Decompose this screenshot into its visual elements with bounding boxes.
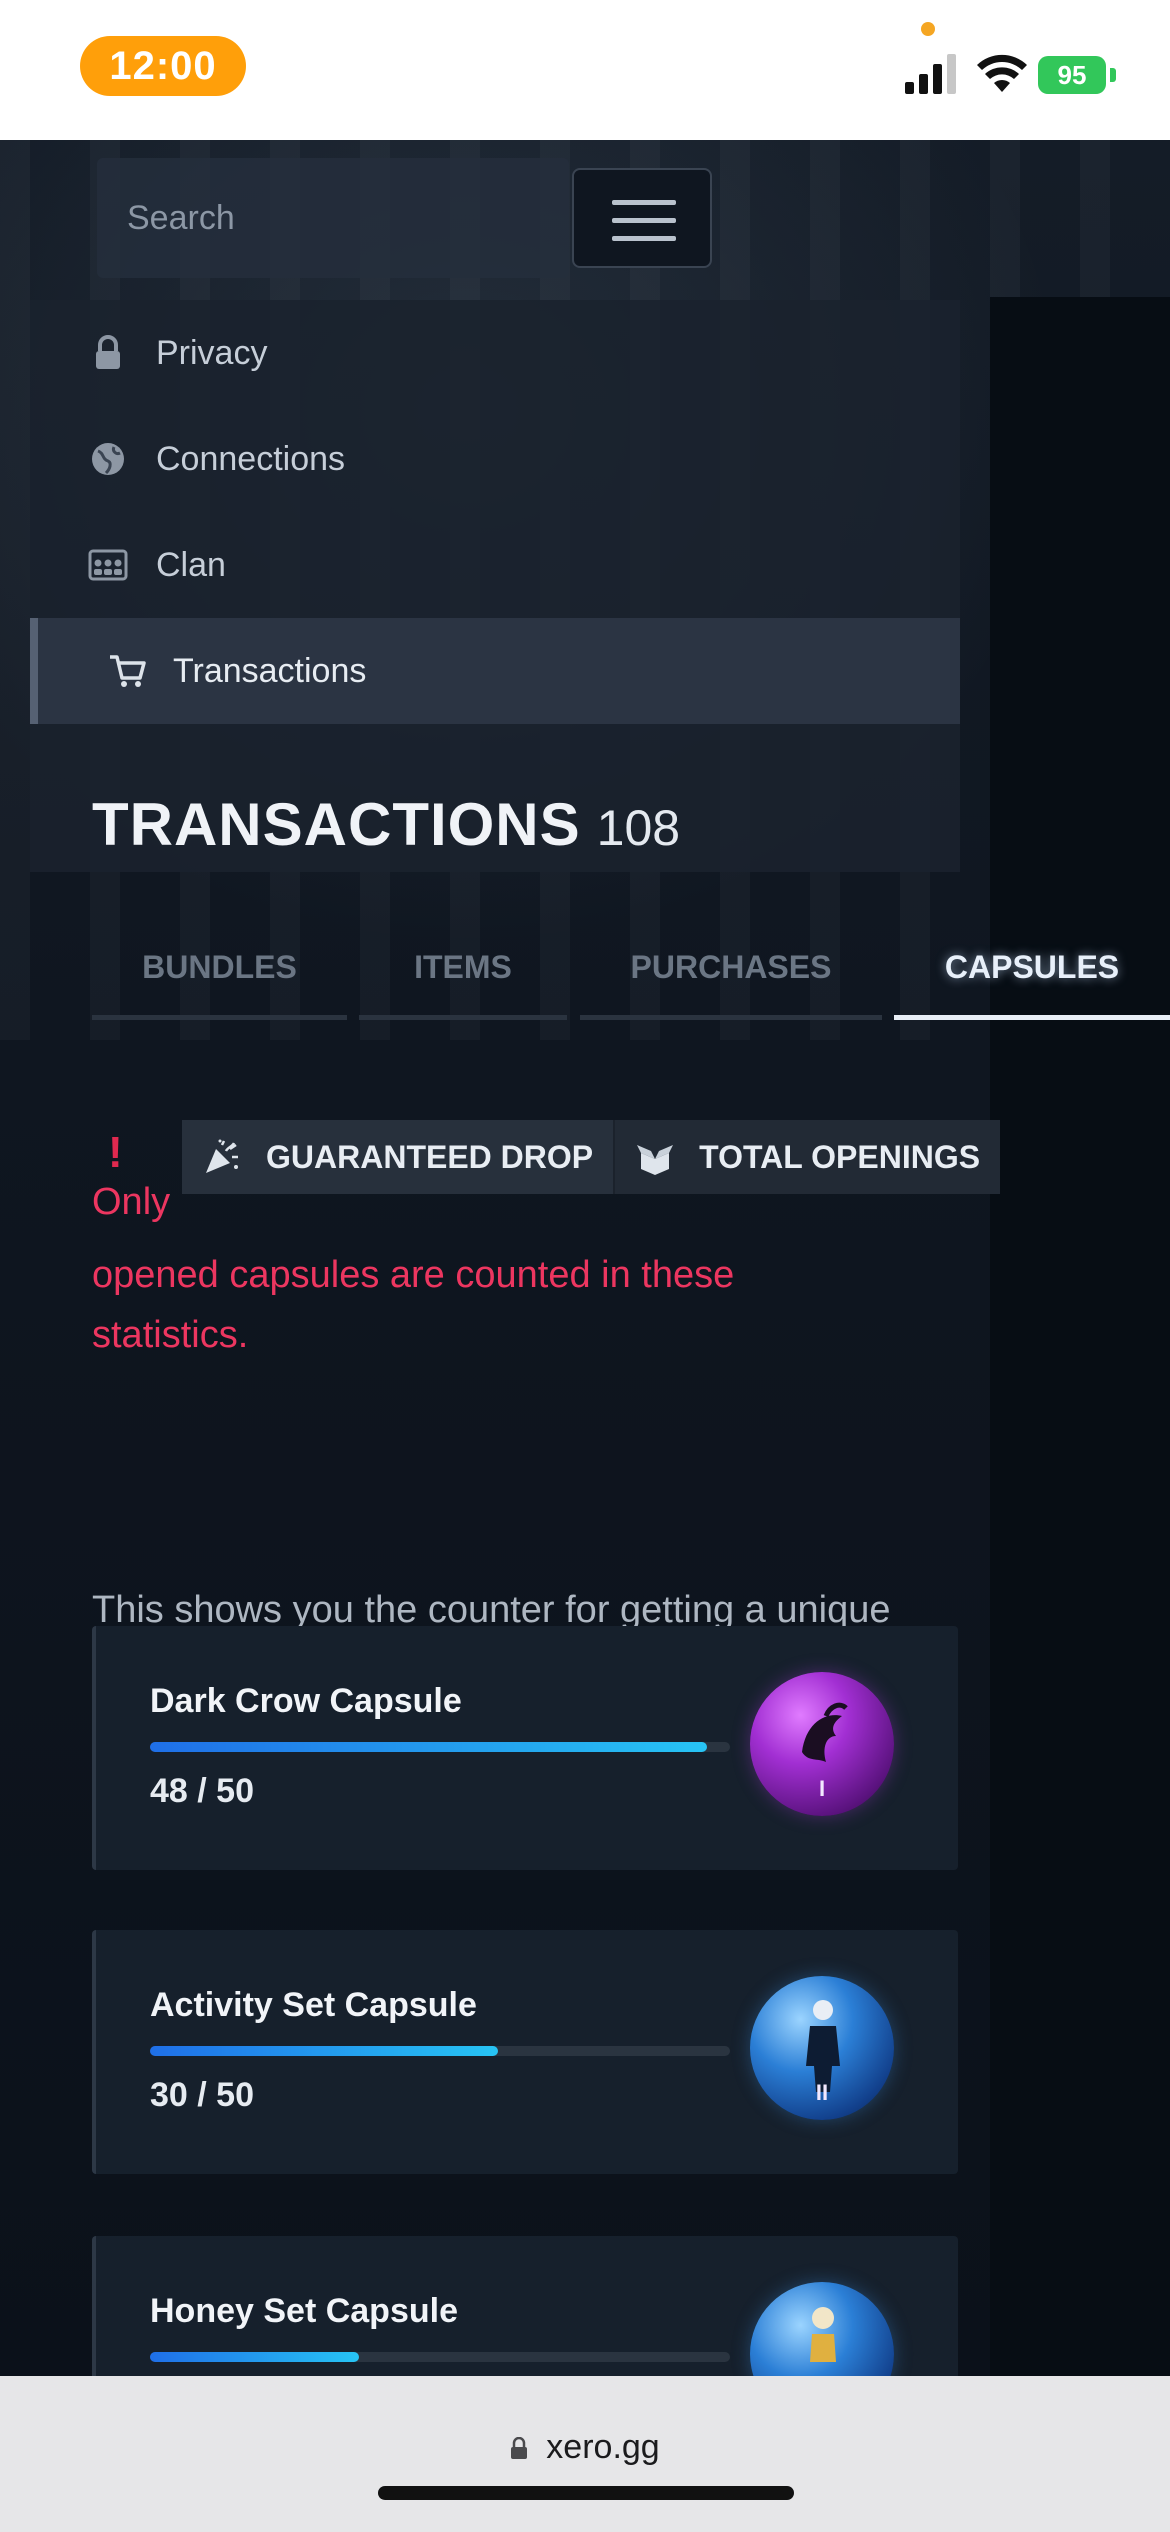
home-indicator[interactable] — [378, 2486, 794, 2500]
battery-icon: 95 — [1038, 56, 1116, 94]
badge-label: TOTAL OPENINGS — [699, 1138, 981, 1175]
capsule-progress-count: 48 / 50 — [150, 1772, 254, 1810]
capsule-tier: I — [818, 1776, 826, 1801]
menu-item-connections[interactable]: Connections — [30, 406, 960, 512]
legend-badges: GUARANTEED DROP TOTAL OPENINGS — [182, 1120, 1001, 1194]
menu-item-label: Connections — [156, 439, 346, 478]
url-text: xero.gg — [546, 2428, 660, 2466]
capsule-progress-fill — [150, 2352, 359, 2362]
warning-text-line2: opened capsules are counted in these — [92, 1254, 735, 1296]
menu-item-label: Transactions — [173, 651, 367, 690]
wifi-icon — [977, 54, 1027, 92]
character-figure-icon — [810, 2307, 836, 2362]
account-menu: Privacy Connections Clan Transactions — [30, 300, 960, 872]
lock-icon — [511, 2436, 528, 2459]
menu-item-privacy[interactable]: Privacy — [30, 300, 960, 406]
lock-icon — [96, 335, 120, 369]
badge-label: GUARANTEED DROP — [266, 1138, 594, 1175]
transactions-count: 108 — [596, 800, 681, 856]
menu-item-clan[interactable]: Clan — [30, 512, 960, 618]
total-openings-badge: TOTAL OPENINGS — [613, 1120, 1001, 1194]
menu-item-label: Clan — [156, 545, 226, 584]
capsule-name: Honey Set Capsule — [150, 2292, 458, 2330]
menu-item-transactions[interactable]: Transactions — [30, 618, 960, 724]
warning-text-line3: statistics. — [92, 1314, 249, 1356]
clock-pill: 12:00 — [80, 36, 246, 96]
capsule-image — [750, 2282, 894, 2376]
capsule-name: Dark Crow Capsule — [150, 1682, 462, 1720]
capsule-card: Activity Set Capsule 30 / 50 II — [92, 1930, 958, 2174]
capsule-progress-bar — [150, 2352, 730, 2362]
right-panel — [990, 297, 1170, 2376]
menu-item-label: Privacy — [156, 333, 268, 372]
hamburger-menu-button[interactable] — [572, 168, 712, 268]
capsule-progress-bar — [150, 2046, 730, 2056]
battery-level: 95 — [1038, 56, 1106, 94]
open-box-icon — [637, 1145, 674, 1175]
page-title-text: TRANSACTIONS — [92, 791, 581, 858]
alert-mark: ! — [108, 1128, 123, 1177]
cart-icon — [110, 655, 146, 687]
tab-capsules[interactable]: CAPSULES — [894, 920, 1170, 1020]
search-field[interactable] — [97, 158, 569, 278]
tab-items[interactable]: ITEMS — [359, 920, 567, 1020]
guaranteed-drop-badge: GUARANTEED DROP — [182, 1120, 614, 1194]
capsule-card: Honey Set Capsule — [92, 2236, 958, 2376]
capsule-progress-fill — [150, 1742, 707, 1752]
page-title: TRANSACTIONS 108 — [92, 790, 680, 859]
capsule-progress-bar — [150, 1742, 730, 1752]
cellular-signal-icon — [905, 54, 956, 94]
globe-icon — [92, 443, 124, 475]
browser-address-bar[interactable]: xero.gg — [0, 2376, 1170, 2532]
warning-text-line1: Only — [92, 1181, 171, 1223]
transactions-tabs: BUNDLES ITEMS PURCHASES CAPSULES — [92, 920, 1170, 1020]
page-content: Privacy Connections Clan Transactions — [0, 140, 1170, 2376]
tab-bundles[interactable]: BUNDLES — [92, 920, 347, 1020]
party-popper-icon — [206, 1139, 238, 1173]
status-bar: 12:00 95 — [0, 0, 1170, 140]
capsule-tier: II — [815, 2080, 829, 2105]
capsule-progress-fill — [150, 2046, 498, 2056]
capsule-card: Dark Crow Capsule 48 / 50 I — [92, 1626, 958, 1870]
address-display[interactable]: xero.gg — [0, 2428, 1170, 2467]
group-icon — [88, 549, 128, 581]
tab-purchases[interactable]: PURCHASES — [580, 920, 882, 1020]
capsule-image: II — [750, 1976, 894, 2120]
capsule-image: I — [750, 1672, 894, 1816]
capsule-progress-count: 30 / 50 — [150, 2076, 254, 2114]
privacy-indicator-dot — [921, 22, 935, 36]
capsule-name: Activity Set Capsule — [150, 1986, 477, 2024]
search-input[interactable] — [97, 158, 569, 278]
